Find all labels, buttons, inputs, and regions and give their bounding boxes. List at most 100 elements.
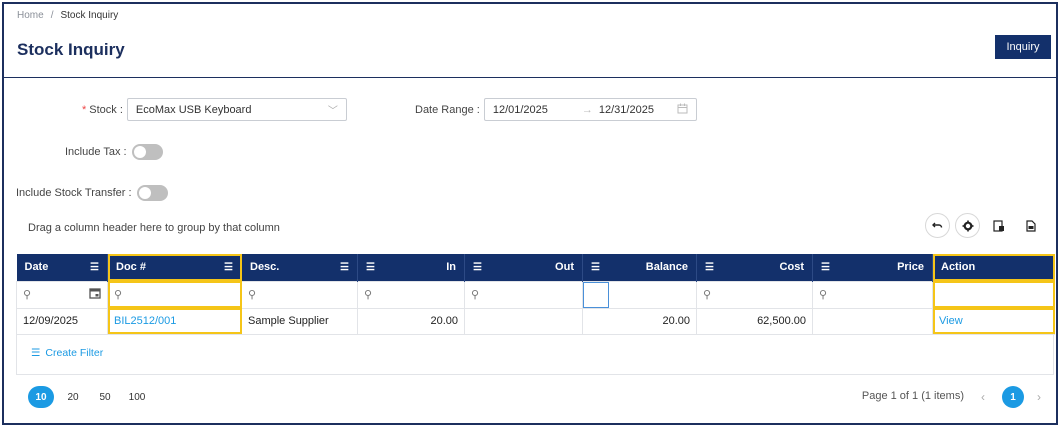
column-chooser-icon[interactable] xyxy=(985,213,1012,238)
cell-in: 20.00 xyxy=(357,307,465,335)
cell-doc-link[interactable]: BIL2512/001 xyxy=(107,307,242,335)
stock-grid: Date ☰ Doc # ☰ Desc. ☰ ☰ In ☰ Out ☰ Balance ☰ C… xyxy=(16,254,1055,335)
date-range-label: Date Range : xyxy=(415,103,480,116)
include-tax-label: Include Tax : xyxy=(65,146,127,158)
column-header-label: Date xyxy=(24,261,49,274)
date-from[interactable]: 12/01/2025 xyxy=(493,104,548,116)
filter-cell-price[interactable]: ⚲ xyxy=(812,280,933,309)
filter-icon[interactable]: ☰ xyxy=(224,262,233,273)
undo-icon[interactable] xyxy=(925,213,950,238)
calendar-icon[interactable] xyxy=(677,103,688,117)
search-icon: ⚲ xyxy=(364,289,373,301)
filter-icon: ☰ xyxy=(31,347,41,359)
column-header-date[interactable]: Date ☰ xyxy=(16,254,108,281)
stock-select-value: EcoMax USB Keyboard xyxy=(135,103,252,116)
page-size-50[interactable]: 50 xyxy=(92,386,118,408)
column-header-label: Cost xyxy=(779,261,804,274)
filter-cell-cost[interactable]: ⚲ xyxy=(696,280,813,309)
search-icon: ⚲ xyxy=(703,289,712,301)
column-header-action: Action xyxy=(932,254,1055,281)
focused-filter-input[interactable] xyxy=(583,281,609,308)
chevron-right-icon[interactable]: › xyxy=(1028,386,1050,408)
filter-icon[interactable]: ☰ xyxy=(366,262,375,273)
page-size-20[interactable]: 20 xyxy=(60,386,86,408)
column-header-label: Price xyxy=(897,261,924,274)
cell-price xyxy=(812,307,933,335)
pager: 10 20 50 100 Page 1 of 1 (1 items) ‹ 1 › xyxy=(16,376,1054,416)
page-info: Page 1 of 1 (1 items) xyxy=(861,390,964,402)
column-header-balance[interactable]: ☰ Balance xyxy=(582,254,697,281)
date-range-picker[interactable]: 12/01/2025 → 12/31/2025 xyxy=(483,98,697,121)
breadcrumb-current: Stock Inquiry xyxy=(60,10,119,21)
column-header-label: Action xyxy=(941,261,976,274)
create-filter-button[interactable]: ☰ Create Filter xyxy=(31,347,103,359)
filter-icon[interactable]: ☰ xyxy=(473,262,482,273)
column-header-in[interactable]: ☰ In xyxy=(357,254,465,281)
inquiry-button[interactable]: Inquiry xyxy=(995,35,1051,59)
create-filter-label: Create Filter xyxy=(45,347,104,359)
required-mark: * xyxy=(82,103,87,116)
filter-cell-action xyxy=(932,280,1055,309)
filter-cell-in[interactable]: ⚲ xyxy=(357,280,465,309)
filter-icon[interactable]: ☰ xyxy=(90,262,99,273)
page-size-selector: 10 20 50 100 xyxy=(28,386,150,408)
column-header-label: Out xyxy=(555,261,574,274)
filter-cell-doc[interactable]: ⚲ xyxy=(107,280,242,309)
cell-date: 12/09/2025 xyxy=(16,307,108,335)
column-header-label: Desc. xyxy=(250,261,280,274)
toggle-knob xyxy=(138,187,151,199)
chevron-left-icon[interactable]: ‹ xyxy=(972,386,994,408)
search-icon: ⚲ xyxy=(819,289,828,301)
chevron-down-icon: ﹀ xyxy=(327,106,338,117)
view-link[interactable]: View xyxy=(932,307,1055,335)
group-panel-hint: Drag a column header here to group by th… xyxy=(28,222,280,234)
filter-cell-balance[interactable] xyxy=(582,280,697,309)
page-size-10[interactable]: 10 xyxy=(28,386,54,408)
include-stock-transfer-label: Include Stock Transfer : xyxy=(16,187,132,199)
app-frame: Home / Stock Inquiry Stock Inquiry Inquiry… xyxy=(2,2,1058,425)
column-header-label: Balance xyxy=(645,261,688,274)
search-icon: ⚲ xyxy=(114,289,123,301)
grid-toolbar xyxy=(925,213,1044,238)
calendar-icon[interactable] xyxy=(89,287,101,302)
include-tax-row: Include Tax : xyxy=(65,144,163,160)
date-range-row: Date Range : 12/01/2025 → 12/31/2025 xyxy=(415,98,697,121)
column-header-desc[interactable]: Desc. ☰ xyxy=(241,254,358,281)
arrow-right-icon: → xyxy=(581,103,593,116)
filter-icon[interactable]: ☰ xyxy=(705,262,714,273)
breadcrumb-home[interactable]: Home xyxy=(17,10,44,21)
search-icon: ⚲ xyxy=(471,289,480,301)
stock-field-row: * Stock : EcoMax USB Keyboard ﹀ xyxy=(82,98,347,121)
cell-balance: 20.00 xyxy=(582,307,697,335)
export-icon[interactable] xyxy=(1017,213,1044,238)
header-row: Date ☰ Doc # ☰ Desc. ☰ ☰ In ☰ Out ☰ Balance ☰ C… xyxy=(16,254,1055,281)
filter-cell-date[interactable]: ⚲ xyxy=(16,280,108,309)
column-header-out[interactable]: ☰ Out xyxy=(464,254,583,281)
column-header-price[interactable]: ☰ Price xyxy=(812,254,933,281)
date-to[interactable]: 12/31/2025 xyxy=(599,104,654,116)
page-size-100[interactable]: 100 xyxy=(124,386,150,408)
filter-cell-desc[interactable]: ⚲ xyxy=(241,280,358,309)
column-header-cost[interactable]: ☰ Cost xyxy=(696,254,813,281)
cell-desc: Sample Supplier xyxy=(241,307,358,335)
column-header-doc[interactable]: Doc # ☰ xyxy=(107,254,242,281)
filter-row: ⚲ ⚲ ⚲ ⚲ ⚲ ⚲ ⚲ xyxy=(16,280,1055,309)
include-tax-toggle[interactable] xyxy=(131,144,163,160)
cell-out xyxy=(464,307,583,335)
breadcrumb-separator: / xyxy=(50,10,54,21)
stock-label: Stock : xyxy=(89,103,123,116)
gear-icon[interactable] xyxy=(955,213,980,238)
filter-builder-bar: ☰ Create Filter xyxy=(16,335,1054,375)
filter-icon[interactable]: ☰ xyxy=(591,262,600,273)
page-header: Home / Stock Inquiry Stock Inquiry Inquiry xyxy=(4,4,1056,78)
cell-cost: 62,500.00 xyxy=(696,307,813,335)
filter-icon[interactable]: ☰ xyxy=(340,262,349,273)
column-header-label: Doc # xyxy=(116,261,146,274)
table-row[interactable]: 12/09/2025 BIL2512/001 Sample Supplier 2… xyxy=(16,307,1055,335)
filter-cell-out[interactable]: ⚲ xyxy=(464,280,583,309)
filter-icon[interactable]: ☰ xyxy=(821,262,830,273)
page-number-current[interactable]: 1 xyxy=(1002,386,1024,408)
toggle-knob xyxy=(133,146,146,158)
include-stock-transfer-toggle[interactable] xyxy=(136,185,168,201)
stock-select[interactable]: EcoMax USB Keyboard ﹀ xyxy=(126,98,347,121)
